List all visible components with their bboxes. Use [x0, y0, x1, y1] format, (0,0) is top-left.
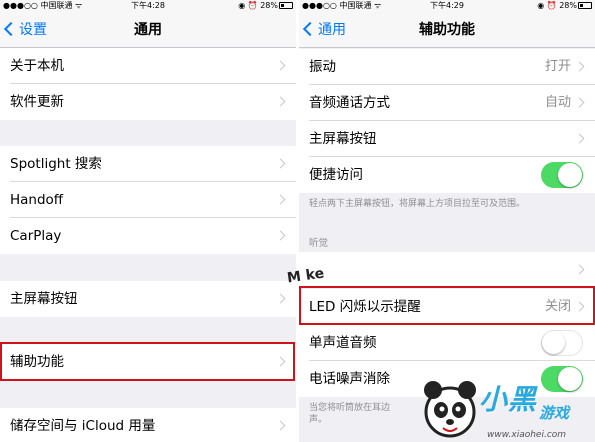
logo-url-text: www.xiaohei.com [487, 430, 567, 440]
row-label: CarPlay [10, 228, 62, 244]
row-label: 音频通话方式 [309, 95, 390, 111]
chevron-right-icon [275, 60, 286, 71]
row-value: 自动 [544, 95, 571, 110]
chevron-right-icon [275, 293, 286, 304]
row-label: 软件更新 [10, 94, 64, 110]
row-label: 主屏幕按钮 [309, 131, 377, 147]
settings-row-call-audio-routing[interactable]: 音频通话方式 自动 [299, 85, 595, 121]
row-label: 电话噪声消除 [309, 371, 390, 387]
chevron-right-icon [574, 133, 585, 144]
status-battery: ◉ ⏰ 28% [537, 0, 592, 12]
panda-mascot-icon [424, 381, 476, 438]
chevron-right-icon [574, 61, 585, 72]
chevron-right-icon [275, 230, 286, 241]
highlight-box-led-flash [299, 286, 595, 325]
reachability-toggle[interactable] [541, 162, 583, 188]
settings-row-storage-icloud[interactable]: 储存空间与 iCloud 用量 [0, 408, 296, 442]
battery-icon [279, 2, 293, 9]
settings-row-software-update[interactable]: 软件更新 [0, 84, 296, 120]
noise-cancellation-footnote: 当您将听筒放在耳边 声。 [309, 403, 391, 425]
chevron-right-icon [574, 264, 585, 275]
settings-row-handoff[interactable]: Handoff [0, 182, 296, 218]
status-bar: ●●●○○ 中国联通 ᯤ 下午4:29 ◉ ⏰ 28% [299, 0, 595, 12]
row-value: 打开 [544, 59, 571, 74]
chevron-right-icon [275, 158, 286, 169]
nav-bar: 通用 辅助功能 [299, 12, 595, 48]
row-label: 便捷访问 [309, 167, 363, 183]
logo-sub-text: 游戏 [539, 404, 570, 422]
row-label: Handoff [10, 192, 64, 208]
page-title: 通用 [134, 22, 162, 38]
row-label: 主屏幕按钮 [10, 291, 78, 307]
reachability-footnote: 轻点两下主屏幕按钮，将屏幕上方项目拉至可及范围。 [309, 199, 526, 209]
settings-row-vibration[interactable]: 振动 打开 [299, 49, 595, 85]
settings-row-home-button[interactable]: 主屏幕按钮 [299, 121, 595, 157]
status-bar: ●●●○○ 中国联通 ᯤ 下午4:28 ◉ ⏰ 28% [0, 0, 296, 12]
settings-row-home-button[interactable]: 主屏幕按钮 [0, 281, 296, 317]
chevron-right-icon [275, 194, 286, 205]
settings-row-about[interactable]: 关于本机 [0, 48, 296, 84]
settings-row-carplay[interactable]: CarPlay [0, 218, 296, 254]
highlight-box-accessibility [0, 342, 295, 381]
row-label: 关于本机 [10, 58, 64, 74]
settings-row-reachability: 便捷访问 [299, 157, 595, 193]
row-label: 储存空间与 iCloud 用量 [10, 418, 156, 434]
chevron-right-icon [275, 420, 286, 431]
general-settings-screen: ●●●○○ 中国联通 ᯤ 下午4:28 ◉ ⏰ 28% 设置 通用 关于本机 软… [0, 0, 296, 442]
row-label: Spotlight 搜索 [10, 156, 102, 172]
mono-audio-toggle[interactable] [541, 330, 583, 356]
settings-row-mono-audio: 单声道音频 [299, 325, 595, 361]
row-label: 单声道音频 [309, 335, 377, 351]
battery-icon [578, 2, 592, 9]
settings-row-hearing-devices[interactable] [299, 252, 595, 288]
chevron-right-icon [574, 97, 585, 108]
nav-bar: 设置 通用 [0, 12, 296, 48]
row-label: 振动 [309, 59, 336, 75]
section-header-hearing: 听觉 [309, 238, 329, 249]
settings-row-spotlight[interactable]: Spotlight 搜索 [0, 146, 296, 182]
xiaohei-logo: 小黑 游戏 www.xiaohei.com [415, 372, 595, 442]
logo-main-text: 小黑 [479, 383, 538, 416]
status-battery: ◉ ⏰ 28% [238, 0, 293, 12]
page-title: 辅助功能 [419, 22, 475, 38]
chevron-right-icon [275, 96, 286, 107]
